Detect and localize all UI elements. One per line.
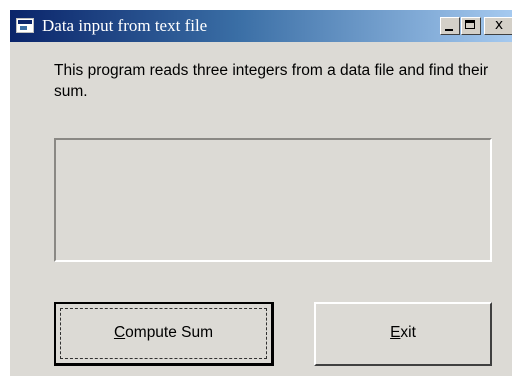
minimize-icon [445,29,453,31]
exit-button[interactable]: Exit [314,302,492,366]
title-bar[interactable]: Data input from text file x [10,10,512,42]
window-title: Data input from text file [42,16,208,35]
compute-sum-button[interactable]: Compute Sum [54,302,274,366]
result-display [54,138,492,262]
close-button[interactable]: x [484,17,512,35]
exit-label: Exit [390,324,416,341]
focus-rect [60,308,267,359]
app-icon[interactable] [16,18,34,33]
app-window: Data input from text file x This program… [10,10,512,376]
close-icon: x [494,17,504,33]
minimize-button[interactable] [440,17,460,35]
description-label: This program reads three integers from a… [54,62,489,100]
maximize-icon [465,20,475,29]
maximize-button[interactable] [461,17,481,35]
